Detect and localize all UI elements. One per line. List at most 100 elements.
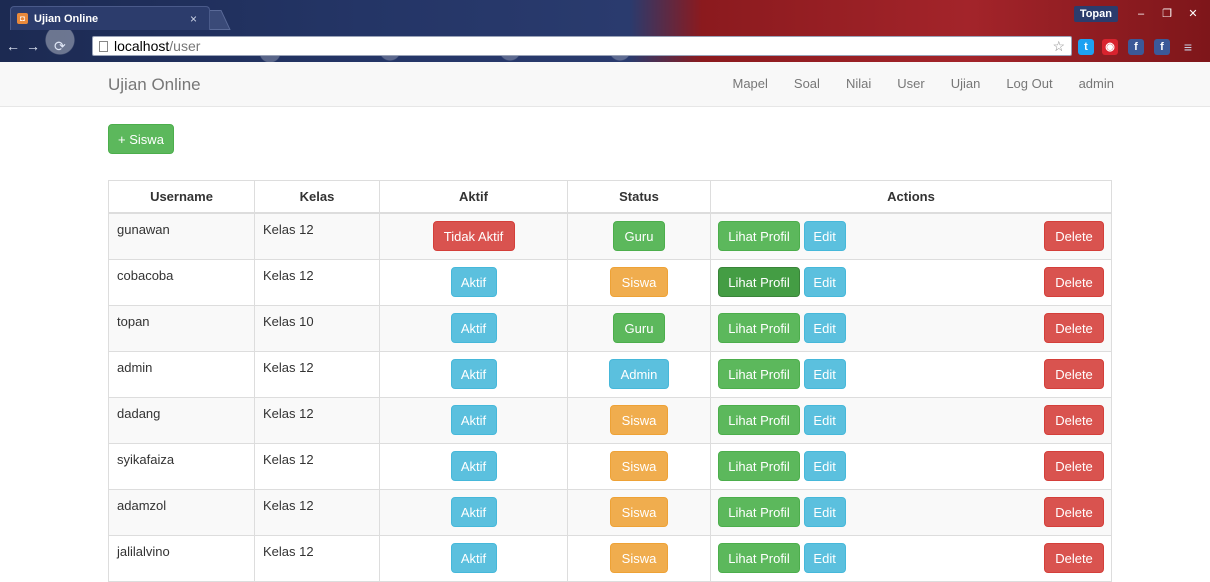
menu-hamburger-icon[interactable]: ≡ [1180, 39, 1196, 55]
minimize-icon[interactable]: – [1128, 6, 1154, 22]
facebook-extension-icon[interactable]: f [1128, 39, 1144, 55]
lihat-profil-button[interactable]: Lihat Profil [718, 542, 800, 573]
tab-close-icon[interactable]: × [190, 12, 197, 26]
toolbar: ← → ⟳ localhost/user ☆ t ◉ f f ≡ [0, 34, 1210, 60]
lihat-profil-button[interactable]: Lihat Profil [718, 220, 800, 251]
address-host: localhost [114, 38, 170, 54]
cell-actions: Lihat Profil Edit Delete [710, 304, 1112, 351]
edit-button[interactable]: Edit [803, 358, 846, 389]
status-button[interactable]: Siswa [610, 266, 668, 297]
cell-aktif: Aktif [379, 488, 568, 535]
nav-item-user[interactable]: User [897, 76, 924, 91]
forward-arrow-icon[interactable]: → [26, 38, 40, 54]
table-header-row: Username Kelas Aktif Status Actions [108, 180, 1112, 214]
nav-item-nilai[interactable]: Nilai [846, 76, 871, 91]
cell-status: Siswa [567, 488, 711, 535]
delete-button[interactable]: Delete [1044, 496, 1104, 527]
cell-actions: Lihat Profil Edit Delete [710, 534, 1112, 581]
twitter-extension-icon[interactable]: t [1078, 39, 1094, 55]
address-bar[interactable]: localhost/user ☆ [92, 36, 1072, 56]
table-row: topan Kelas 10 Aktif Guru Lihat Profil Edit D… [108, 304, 1112, 351]
delete-button[interactable]: Delete [1044, 312, 1104, 343]
close-window-icon[interactable]: ✕ [1180, 6, 1206, 22]
nav-item-logout[interactable]: Log Out [1006, 76, 1052, 91]
edit-button[interactable]: Edit [803, 450, 846, 481]
edit-button[interactable]: Edit [803, 312, 846, 343]
nav-item-admin[interactable]: admin [1079, 76, 1114, 91]
edit-button[interactable]: Edit [803, 542, 846, 573]
browser-tab[interactable]: ◘ Ujian Online × [10, 6, 210, 30]
brand-link[interactable]: Ujian Online [108, 75, 201, 95]
aktif-toggle-button[interactable]: Aktif [450, 266, 497, 297]
status-button[interactable]: Siswa [610, 496, 668, 527]
cell-username: topan [108, 304, 255, 351]
add-siswa-button[interactable]: + Siswa [108, 124, 174, 154]
cell-actions: Lihat Profil Edit Delete [710, 396, 1112, 443]
delete-button[interactable]: Delete [1044, 542, 1104, 573]
cell-kelas: Kelas 12 [254, 488, 380, 535]
lihat-profil-button[interactable]: Lihat Profil [718, 266, 800, 297]
nav-item-ujian[interactable]: Ujian [951, 76, 981, 91]
cell-aktif: Tidak Aktif [379, 212, 568, 259]
lihat-profil-button[interactable]: Lihat Profil [718, 450, 800, 481]
aktif-toggle-button[interactable]: Aktif [450, 404, 497, 435]
cell-aktif: Aktif [379, 304, 568, 351]
lihat-profil-button[interactable]: Lihat Profil [718, 358, 800, 389]
edit-button[interactable]: Edit [803, 266, 846, 297]
edit-button[interactable]: Edit [803, 496, 846, 527]
aktif-toggle-button[interactable]: Aktif [450, 450, 497, 481]
table-row: adamzol Kelas 12 Aktif Siswa Lihat Profil Ed… [108, 488, 1112, 535]
delete-button[interactable]: Delete [1044, 220, 1104, 251]
status-button[interactable]: Siswa [610, 404, 668, 435]
cell-kelas: Kelas 12 [254, 212, 380, 259]
profile-user-label[interactable]: Topan [1073, 6, 1118, 22]
cell-username: gunawan [108, 212, 255, 259]
tab-title: Ujian Online [34, 12, 99, 25]
delete-button[interactable]: Delete [1044, 404, 1104, 435]
aktif-toggle-button[interactable]: Aktif [450, 496, 497, 527]
status-button[interactable]: Guru [613, 220, 665, 251]
lihat-profil-button[interactable]: Lihat Profil [718, 496, 800, 527]
header-actions: Actions [710, 180, 1112, 214]
aktif-toggle-button[interactable]: Aktif [450, 312, 497, 343]
status-button[interactable]: Admin [609, 358, 669, 389]
edit-button[interactable]: Edit [803, 404, 846, 435]
record-extension-icon[interactable]: ◉ [1102, 39, 1118, 55]
cell-kelas: Kelas 12 [254, 258, 380, 305]
delete-button[interactable]: Delete [1044, 358, 1104, 389]
browser-chrome: ◘ Ujian Online × Topan – ❐ ✕ ← → ⟳ local… [0, 0, 1210, 62]
nav-item-mapel[interactable]: Mapel [732, 76, 767, 91]
status-button[interactable]: Siswa [610, 450, 668, 481]
cell-kelas: Kelas 10 [254, 304, 380, 351]
reload-icon[interactable]: ⟳ [54, 38, 66, 55]
cell-username: syikafaiza [108, 442, 255, 489]
top-navbar: Ujian Online Mapel Soal Nilai User Ujian… [0, 62, 1210, 107]
status-button[interactable]: Guru [613, 312, 665, 343]
nav-menu: Mapel Soal Nilai User Ujian Log Out admi… [706, 76, 1114, 91]
cell-status: Admin [567, 350, 711, 397]
cell-status: Siswa [567, 396, 711, 443]
header-kelas: Kelas [254, 180, 380, 214]
restore-icon[interactable]: ❐ [1154, 6, 1180, 22]
cell-aktif: Aktif [379, 258, 568, 305]
lihat-profil-button[interactable]: Lihat Profil [718, 404, 800, 435]
cell-status: Siswa [567, 258, 711, 305]
nav-item-soal[interactable]: Soal [794, 76, 820, 91]
status-button[interactable]: Siswa [610, 542, 668, 573]
lihat-profil-button[interactable]: Lihat Profil [718, 312, 800, 343]
bookmark-star-icon[interactable]: ☆ [1052, 38, 1065, 55]
back-arrow-icon[interactable]: ← [6, 38, 20, 54]
table-row: cobacoba Kelas 12 Aktif Siswa Lihat Profil E… [108, 258, 1112, 305]
delete-button[interactable]: Delete [1044, 266, 1104, 297]
facebook-alt-extension-icon[interactable]: f [1154, 39, 1170, 55]
edit-button[interactable]: Edit [803, 220, 846, 251]
cell-actions: Lihat Profil Edit Delete [710, 258, 1112, 305]
page-icon [99, 40, 108, 52]
aktif-toggle-button[interactable]: Aktif [450, 542, 497, 573]
aktif-toggle-button[interactable]: Tidak Aktif [432, 220, 515, 251]
header-status: Status [567, 180, 711, 214]
delete-button[interactable]: Delete [1044, 450, 1104, 481]
aktif-toggle-button[interactable]: Aktif [450, 358, 497, 389]
cell-aktif: Aktif [379, 534, 568, 581]
cell-username: jalilalvino [108, 534, 255, 581]
